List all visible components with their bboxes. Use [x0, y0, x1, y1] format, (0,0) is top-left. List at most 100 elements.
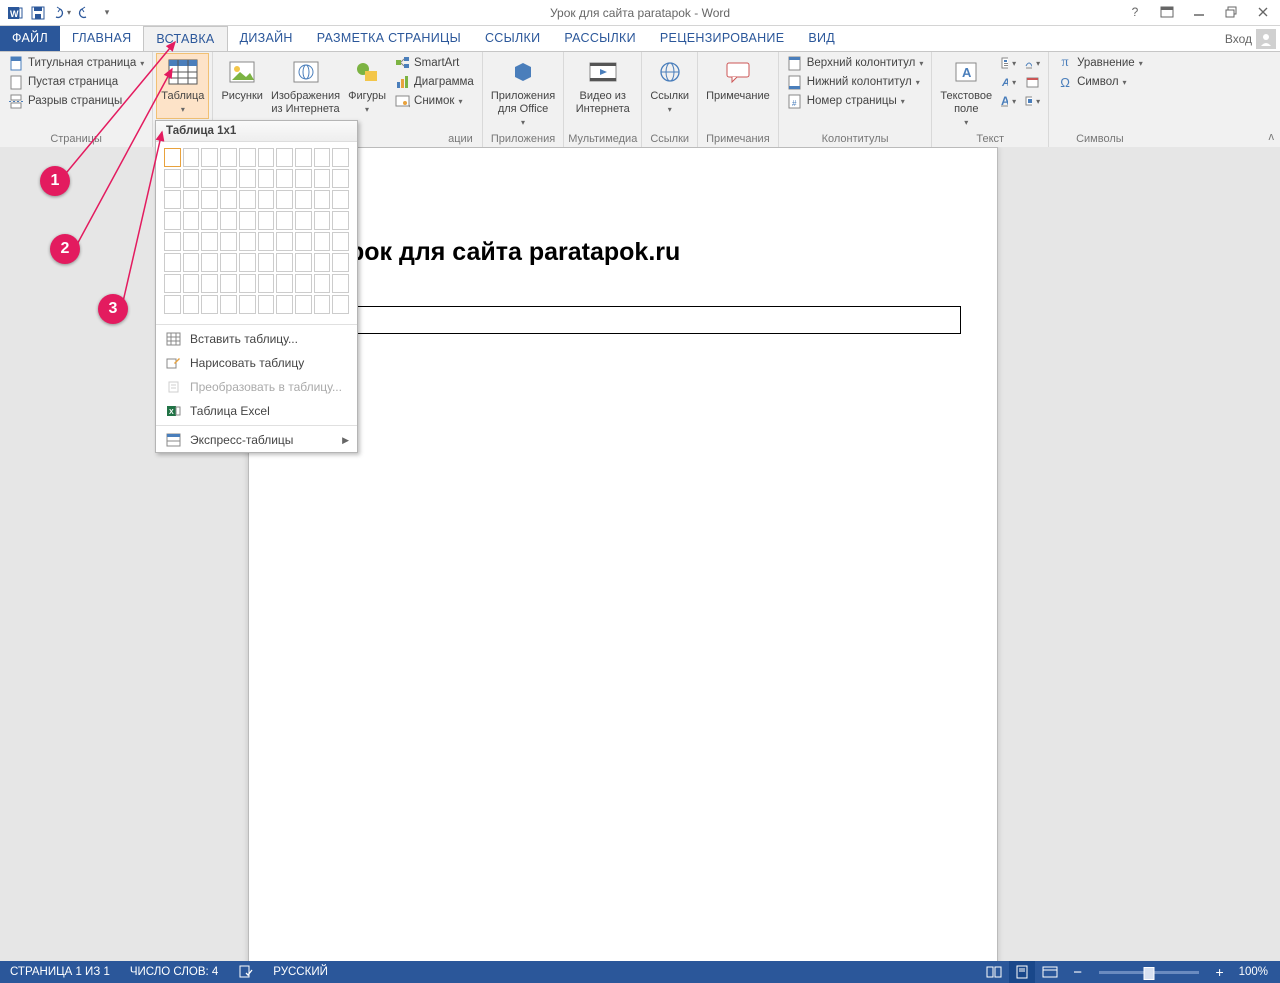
- grid-cell[interactable]: [276, 274, 293, 293]
- footer-button[interactable]: Нижний колонтитул▾: [783, 73, 928, 91]
- tab-references[interactable]: ССЫЛКИ: [473, 26, 552, 51]
- grid-cell[interactable]: [295, 253, 312, 272]
- ribbon-display-icon[interactable]: [1154, 2, 1180, 22]
- grid-cell[interactable]: [276, 169, 293, 188]
- quick-tables-item[interactable]: Экспресс-таблицы▶: [156, 428, 357, 452]
- status-words[interactable]: ЧИСЛО СЛОВ: 4: [120, 966, 228, 978]
- grid-cell[interactable]: [201, 148, 218, 167]
- restore-icon[interactable]: [1218, 2, 1244, 22]
- shapes-button[interactable]: Фигуры▾: [344, 54, 390, 118]
- grid-cell[interactable]: [276, 295, 293, 314]
- grid-cell[interactable]: [164, 232, 181, 251]
- collapse-ribbon-icon[interactable]: ᴧ: [1269, 131, 1275, 143]
- grid-cell[interactable]: [276, 190, 293, 209]
- zoom-level[interactable]: 100%: [1235, 966, 1272, 978]
- grid-cell[interactable]: [314, 274, 331, 293]
- cover-page-button[interactable]: Титульная страница▾: [4, 54, 148, 72]
- qat-customize-icon[interactable]: ▾: [96, 2, 118, 24]
- pictures-button[interactable]: Рисунки: [217, 54, 267, 105]
- document-page[interactable]: рок для сайта paratapok.ru: [248, 147, 998, 961]
- grid-cell[interactable]: [332, 232, 349, 251]
- grid-cell[interactable]: [239, 274, 256, 293]
- grid-cell[interactable]: [314, 190, 331, 209]
- grid-cell[interactable]: [239, 232, 256, 251]
- grid-cell[interactable]: [220, 232, 237, 251]
- tab-layout[interactable]: РАЗМЕТКА СТРАНИЦЫ: [305, 26, 473, 51]
- grid-cell[interactable]: [201, 253, 218, 272]
- grid-cell[interactable]: [164, 274, 181, 293]
- grid-cell[interactable]: [183, 295, 200, 314]
- grid-cell[interactable]: [201, 295, 218, 314]
- document-table[interactable]: [289, 306, 961, 334]
- status-language[interactable]: РУССКИЙ: [263, 966, 338, 978]
- grid-cell[interactable]: [220, 169, 237, 188]
- grid-cell[interactable]: [314, 253, 331, 272]
- grid-cell[interactable]: [314, 232, 331, 251]
- grid-cell[interactable]: [220, 274, 237, 293]
- grid-cell[interactable]: [183, 211, 200, 230]
- grid-cell[interactable]: [258, 169, 275, 188]
- grid-cell[interactable]: [295, 232, 312, 251]
- tab-view[interactable]: ВИД: [796, 26, 847, 51]
- grid-cell[interactable]: [276, 148, 293, 167]
- page-number-button[interactable]: #Номер страницы▾: [783, 92, 928, 110]
- grid-cell[interactable]: [183, 274, 200, 293]
- grid-cell[interactable]: [295, 295, 312, 314]
- sign-in[interactable]: Вход: [1225, 26, 1276, 51]
- tab-mailings[interactable]: РАССЫЛКИ: [552, 26, 648, 51]
- grid-cell[interactable]: [295, 190, 312, 209]
- online-video-button[interactable]: Видео из Интернета: [572, 54, 634, 118]
- grid-cell[interactable]: [164, 211, 181, 230]
- tab-review[interactable]: РЕЦЕНЗИРОВАНИЕ: [648, 26, 796, 51]
- web-layout-icon[interactable]: [1037, 961, 1063, 983]
- grid-cell[interactable]: [314, 295, 331, 314]
- grid-cell[interactable]: [239, 211, 256, 230]
- links-button[interactable]: Ссылки▾: [646, 54, 693, 118]
- grid-cell[interactable]: [164, 253, 181, 272]
- grid-cell[interactable]: [258, 190, 275, 209]
- tab-insert[interactable]: ВСТАВКА: [143, 26, 227, 52]
- grid-cell[interactable]: [332, 190, 349, 209]
- read-mode-icon[interactable]: [981, 961, 1007, 983]
- grid-cell[interactable]: [258, 295, 275, 314]
- wordart-icon[interactable]: A▾: [996, 73, 1020, 91]
- grid-cell[interactable]: [201, 169, 218, 188]
- zoom-out-icon[interactable]: −: [1065, 961, 1091, 983]
- page-break-button[interactable]: Разрыв страницы: [4, 92, 148, 110]
- grid-cell[interactable]: [332, 211, 349, 230]
- grid-cell[interactable]: [332, 148, 349, 167]
- grid-cell[interactable]: [332, 274, 349, 293]
- quick-parts-icon[interactable]: ▾: [996, 54, 1020, 72]
- close-icon[interactable]: [1250, 2, 1276, 22]
- word-app-icon[interactable]: W: [4, 2, 26, 24]
- undo-icon[interactable]: ▾: [50, 2, 72, 24]
- grid-cell[interactable]: [183, 169, 200, 188]
- grid-cell[interactable]: [183, 232, 200, 251]
- print-layout-icon[interactable]: [1009, 961, 1035, 983]
- redo-icon[interactable]: [73, 2, 95, 24]
- grid-cell[interactable]: [220, 295, 237, 314]
- grid-cell[interactable]: [183, 190, 200, 209]
- grid-cell[interactable]: [220, 190, 237, 209]
- grid-cell[interactable]: [258, 148, 275, 167]
- grid-cell[interactable]: [276, 211, 293, 230]
- grid-cell[interactable]: [164, 190, 181, 209]
- grid-cell[interactable]: [295, 211, 312, 230]
- header-button[interactable]: Верхний колонтитул▾: [783, 54, 928, 72]
- grid-cell[interactable]: [201, 211, 218, 230]
- datetime-icon[interactable]: [1020, 73, 1044, 91]
- grid-cell[interactable]: [201, 274, 218, 293]
- grid-cell[interactable]: [314, 148, 331, 167]
- grid-cell[interactable]: [276, 253, 293, 272]
- grid-cell[interactable]: [332, 169, 349, 188]
- grid-cell[interactable]: [201, 190, 218, 209]
- grid-cell[interactable]: [239, 148, 256, 167]
- office-apps-button[interactable]: Приложения для Office▾: [487, 54, 559, 131]
- dropcap-icon[interactable]: A▾: [996, 92, 1020, 110]
- grid-cell[interactable]: [183, 253, 200, 272]
- blank-page-button[interactable]: Пустая страница: [4, 73, 148, 91]
- grid-cell[interactable]: [332, 295, 349, 314]
- grid-cell[interactable]: [314, 211, 331, 230]
- grid-cell[interactable]: [258, 274, 275, 293]
- table-button[interactable]: Таблица▾: [157, 54, 208, 118]
